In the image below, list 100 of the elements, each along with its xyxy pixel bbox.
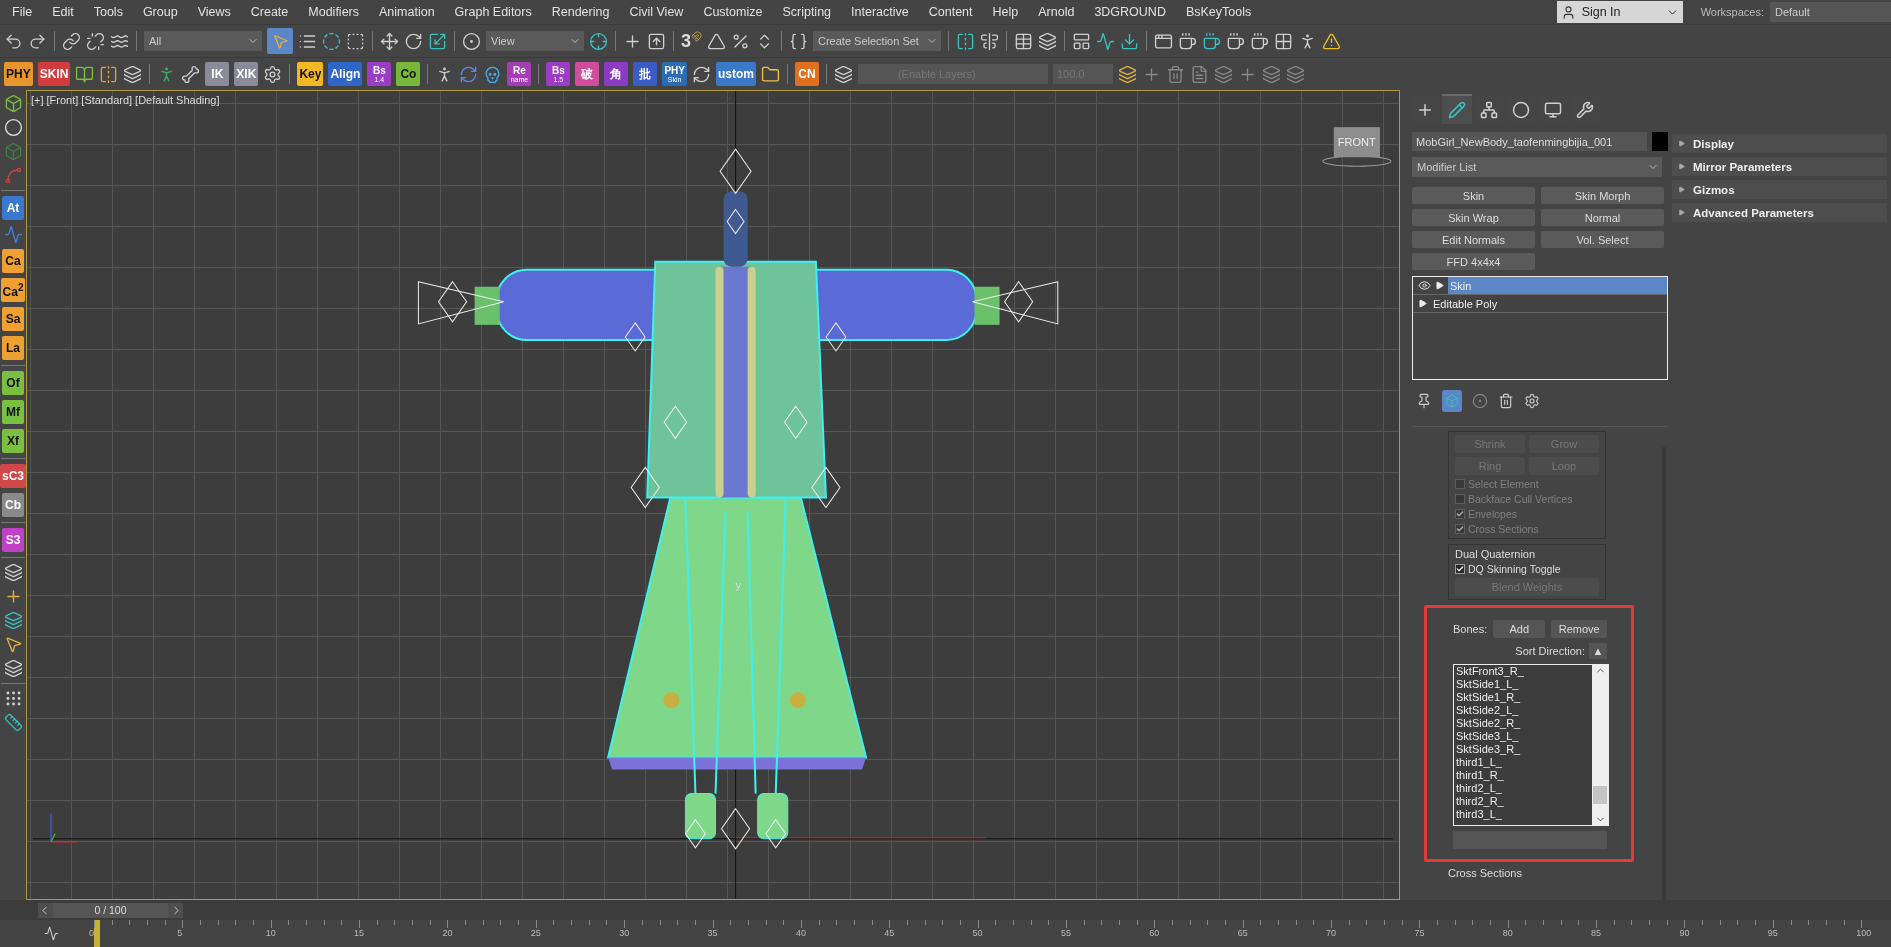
pencil-icon[interactable] bbox=[1448, 101, 1466, 119]
download-icon[interactable] bbox=[1120, 31, 1139, 51]
color-swatch[interactable] bbox=[1652, 132, 1668, 151]
plugin-button[interactable]: ustom bbox=[715, 62, 756, 86]
bone-item[interactable]: third2_R_ bbox=[1456, 795, 1592, 808]
modifier-list-dropdown[interactable]: Modifier List bbox=[1412, 157, 1662, 177]
plugin-button[interactable]: Of bbox=[2, 371, 24, 395]
unlink-icon[interactable] bbox=[86, 31, 105, 51]
curve-editor-icon[interactable] bbox=[44, 926, 59, 941]
menu-item[interactable]: Tools bbox=[83, 5, 133, 19]
eye-icon[interactable] bbox=[1418, 279, 1431, 292]
bone-item[interactable]: third2_L_ bbox=[1456, 782, 1592, 795]
modifier-button[interactable]: Vol. Select bbox=[1541, 231, 1664, 248]
bone-item[interactable]: third1_L_ bbox=[1456, 756, 1592, 769]
configure-icon[interactable] bbox=[1524, 393, 1540, 409]
rollout-header[interactable]: Mirror Parameters bbox=[1672, 157, 1887, 176]
collapsed-icon[interactable] bbox=[1678, 186, 1685, 193]
hierarchy-icon[interactable] bbox=[1480, 101, 1498, 119]
circle-icon[interactable] bbox=[1512, 101, 1530, 119]
sign-in-dropdown[interactable]: Sign In bbox=[1556, 1, 1683, 23]
layers-icon[interactable] bbox=[833, 64, 853, 84]
rotate-icon[interactable] bbox=[404, 31, 423, 51]
layers-icon[interactable] bbox=[1117, 64, 1137, 84]
bone-item[interactable]: third1_R_ bbox=[1456, 769, 1592, 782]
bone-item[interactable]: SktSide2_L_ bbox=[1456, 704, 1592, 717]
modifier-button[interactable]: FFD 4x4x4 bbox=[1412, 253, 1535, 270]
time-slider-thumb[interactable]: 0 / 100 bbox=[38, 902, 183, 918]
sphere-icon[interactable] bbox=[3, 118, 23, 137]
menu-item[interactable]: 3DGROUND bbox=[1084, 5, 1176, 19]
plugin-button[interactable]: sC3 bbox=[0, 464, 26, 488]
remove-button[interactable]: Remove bbox=[1551, 620, 1608, 638]
plus-icon[interactable] bbox=[1416, 101, 1434, 119]
menu-item[interactable]: Graph Editors bbox=[444, 5, 542, 19]
menu-item[interactable]: Modifiers bbox=[298, 5, 369, 19]
table-icon[interactable] bbox=[1014, 31, 1033, 51]
plugin-button[interactable]: Ca bbox=[2, 249, 24, 273]
link-icon[interactable] bbox=[62, 31, 81, 51]
folder-icon[interactable] bbox=[760, 64, 780, 84]
refresh-icon[interactable] bbox=[459, 64, 479, 84]
collapsed-icon[interactable] bbox=[1678, 163, 1685, 170]
coordinate-dropdown[interactable]: View bbox=[486, 31, 584, 51]
menu-item[interactable]: Customize bbox=[693, 5, 773, 19]
menu-item[interactable]: Animation bbox=[369, 5, 445, 19]
modifier-button[interactable]: Edit Normals bbox=[1412, 231, 1535, 248]
modifier-button[interactable]: Skin bbox=[1412, 187, 1535, 204]
angle-snap-icon[interactable] bbox=[707, 31, 726, 51]
box-icon[interactable] bbox=[3, 94, 23, 113]
trash-icon[interactable] bbox=[1165, 64, 1185, 84]
plugin-button[interactable]: 角 bbox=[604, 62, 629, 86]
mirror-icon[interactable] bbox=[956, 31, 975, 51]
menu-item[interactable]: Civil View bbox=[619, 5, 694, 19]
viewport-label[interactable]: [Default Shading] bbox=[135, 94, 220, 106]
bone-item[interactable]: SktSide1_R_ bbox=[1456, 691, 1592, 704]
plugin-button[interactable]: Key bbox=[297, 62, 324, 86]
menu-item[interactable]: Interactive bbox=[841, 5, 919, 19]
scale-icon[interactable] bbox=[428, 31, 447, 51]
stack-item[interactable]: Editable Poly bbox=[1431, 295, 1667, 312]
selection-filter-dropdown[interactable]: All bbox=[144, 31, 262, 51]
bone-item[interactable]: SktSide3_L_ bbox=[1456, 730, 1592, 743]
plugin-button[interactable]: Xf bbox=[2, 429, 24, 453]
viewport-label[interactable]: [Front] bbox=[46, 94, 79, 106]
trash-icon[interactable] bbox=[1498, 393, 1514, 409]
menu-item[interactable]: Group bbox=[132, 5, 188, 19]
plugin-button[interactable]: La bbox=[2, 336, 24, 360]
teapot-icon[interactable] bbox=[1250, 31, 1269, 51]
plugin-button[interactable]: Co bbox=[396, 62, 421, 86]
grid-icon[interactable] bbox=[1274, 31, 1293, 51]
menu-item[interactable]: Help bbox=[982, 5, 1029, 19]
rollout-header[interactable]: Advanced Parameters bbox=[1672, 203, 1887, 222]
layers-icon[interactable] bbox=[1261, 64, 1281, 84]
collapsed-icon[interactable] bbox=[1678, 140, 1685, 147]
modifier-button[interactable]: Normal bbox=[1541, 209, 1664, 226]
checkbox[interactable] bbox=[1455, 564, 1465, 574]
pin-icon[interactable] bbox=[1416, 393, 1432, 409]
teapot-icon[interactable] bbox=[1226, 31, 1245, 51]
menu-item[interactable]: Scripting bbox=[772, 5, 842, 19]
bone-item[interactable]: SktSide1_L_ bbox=[1456, 678, 1592, 691]
modifier-button[interactable]: Skin Wrap bbox=[1412, 209, 1535, 226]
plugin-button[interactable]: Ca$^{2}$ bbox=[0, 278, 26, 302]
curve-icon[interactable] bbox=[3, 225, 23, 244]
window-icon[interactable] bbox=[1154, 31, 1173, 51]
rollout-header[interactable]: Gizmos bbox=[1672, 180, 1887, 199]
plugin-button[interactable]: Sa bbox=[2, 307, 24, 331]
braces-icon[interactable] bbox=[789, 31, 808, 51]
magnet-icon[interactable] bbox=[691, 30, 702, 42]
layers-icon[interactable] bbox=[123, 64, 143, 84]
menu-item[interactable]: Create bbox=[240, 5, 299, 19]
modify-tab[interactable] bbox=[1442, 94, 1472, 124]
book-icon[interactable] bbox=[75, 64, 95, 84]
teapot-icon[interactable] bbox=[1178, 31, 1197, 51]
plugin-button[interactable]: PHY bbox=[4, 62, 33, 86]
collapsed-icon[interactable] bbox=[1678, 209, 1685, 216]
menu-item[interactable]: Edit bbox=[42, 5, 84, 19]
rollout-header[interactable]: Display bbox=[1672, 134, 1887, 153]
layers-icon[interactable] bbox=[3, 611, 23, 630]
bone-item[interactable]: third3_L_ bbox=[1456, 808, 1592, 821]
viewport-label[interactable]: [Standard] bbox=[81, 94, 133, 106]
plugin-button[interactable]: S3 bbox=[2, 528, 24, 552]
monitor-icon[interactable] bbox=[1544, 101, 1562, 119]
plugin-button[interactable]: Mf bbox=[2, 400, 24, 424]
